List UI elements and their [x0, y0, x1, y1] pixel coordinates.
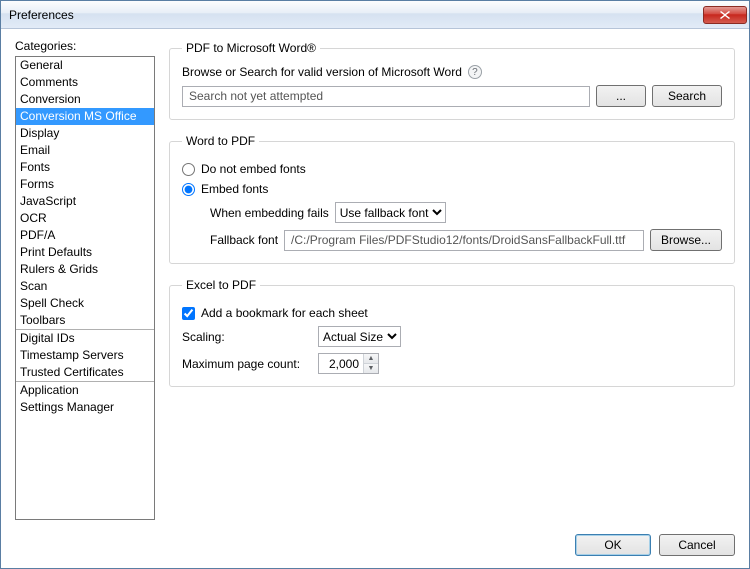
categories-list[interactable]: GeneralCommentsConversionConversion MS O… [15, 56, 155, 520]
word-browse-button[interactable]: ... [596, 85, 646, 107]
word-to-pdf-legend: Word to PDF [182, 134, 259, 148]
spinner-down-icon[interactable]: ▼ [364, 364, 378, 373]
category-item[interactable]: Conversion MS Office [16, 108, 154, 125]
radio-embed-label: Embed fonts [201, 182, 268, 196]
word-status-field [182, 86, 590, 107]
dialog-footer: OK Cancel [1, 528, 749, 568]
fallback-browse-button[interactable]: Browse... [650, 229, 722, 251]
pdf-to-word-prompt: Browse or Search for valid version of Mi… [182, 65, 462, 79]
pdf-to-word-legend: PDF to Microsoft Word® [182, 41, 320, 55]
category-item[interactable]: Trusted Certificates [16, 364, 154, 381]
radio-no-embed-label: Do not embed fonts [201, 162, 306, 176]
word-to-pdf-group: Word to PDF Do not embed fonts Embed fon… [169, 134, 735, 264]
category-item[interactable]: Toolbars [16, 312, 154, 329]
scaling-combo[interactable]: Actual Size [318, 326, 401, 347]
preferences-window: Preferences Categories: GeneralCommentsC… [0, 0, 750, 569]
sidebar: Categories: GeneralCommentsConversionCon… [15, 39, 155, 520]
category-item[interactable]: Digital IDs [16, 330, 154, 347]
content-area: Categories: GeneralCommentsConversionCon… [1, 29, 749, 528]
max-page-label: Maximum page count: [182, 357, 312, 371]
word-search-button[interactable]: Search [652, 85, 722, 107]
help-icon[interactable]: ? [468, 65, 482, 79]
scaling-label: Scaling: [182, 330, 312, 344]
ok-button[interactable]: OK [575, 534, 651, 556]
pdf-to-word-group: PDF to Microsoft Word® Browse or Search … [169, 41, 735, 120]
category-item[interactable]: Settings Manager [16, 399, 154, 416]
spinner-up-icon[interactable]: ▲ [364, 354, 378, 364]
excel-to-pdf-legend: Excel to PDF [182, 278, 260, 292]
excel-to-pdf-group: Excel to PDF Add a bookmark for each she… [169, 278, 735, 387]
titlebar: Preferences [1, 1, 749, 29]
when-fails-combo[interactable]: Use fallback font [335, 202, 446, 223]
category-item[interactable]: Rulers & Grids [16, 261, 154, 278]
max-page-value[interactable] [319, 354, 363, 373]
category-item[interactable]: OCR [16, 210, 154, 227]
category-item[interactable]: Display [16, 125, 154, 142]
category-item[interactable]: Email [16, 142, 154, 159]
category-item[interactable]: Print Defaults [16, 244, 154, 261]
when-fails-label: When embedding fails [210, 206, 329, 220]
category-item[interactable]: General [16, 57, 154, 74]
window-title: Preferences [9, 8, 703, 22]
close-icon [720, 11, 730, 19]
max-page-spinner[interactable]: ▲ ▼ [318, 353, 379, 374]
category-item[interactable]: Comments [16, 74, 154, 91]
category-item[interactable]: Spell Check [16, 295, 154, 312]
category-item[interactable]: Scan [16, 278, 154, 295]
fallback-label: Fallback font [210, 233, 278, 247]
category-item[interactable]: Fonts [16, 159, 154, 176]
fallback-font-field[interactable] [284, 230, 644, 251]
bookmark-label: Add a bookmark for each sheet [201, 306, 368, 320]
close-button[interactable] [703, 6, 747, 24]
category-item[interactable]: Conversion [16, 91, 154, 108]
radio-embed[interactable] [182, 183, 195, 196]
category-item[interactable]: JavaScript [16, 193, 154, 210]
bookmark-checkbox[interactable] [182, 307, 195, 320]
category-item[interactable]: Timestamp Servers [16, 347, 154, 364]
cancel-button[interactable]: Cancel [659, 534, 735, 556]
category-item[interactable]: Application [16, 382, 154, 399]
settings-panel: PDF to Microsoft Word® Browse or Search … [169, 39, 735, 520]
categories-label: Categories: [15, 39, 155, 53]
radio-no-embed[interactable] [182, 163, 195, 176]
category-item[interactable]: PDF/A [16, 227, 154, 244]
category-item[interactable]: Forms [16, 176, 154, 193]
